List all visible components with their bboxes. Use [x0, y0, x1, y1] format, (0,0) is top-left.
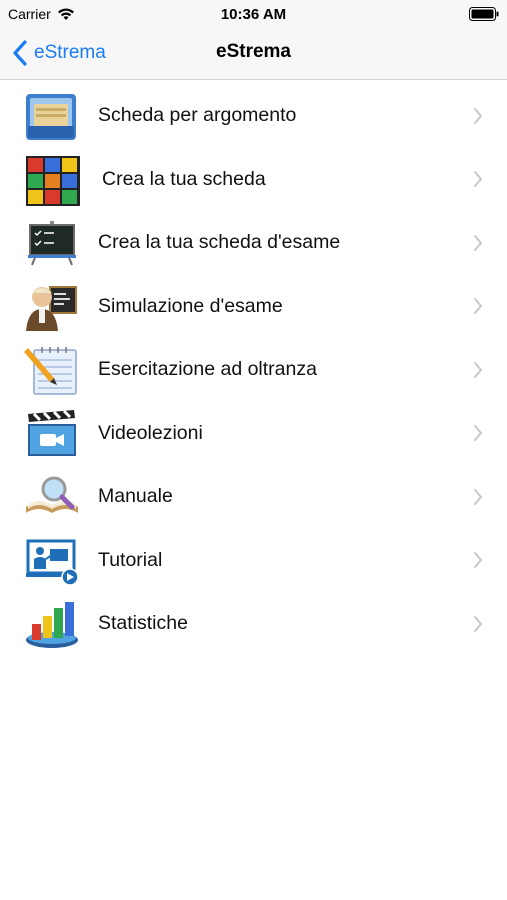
menu-item-videolezioni[interactable]: Videolezioni [0, 402, 507, 466]
quiz-cube-icon [26, 155, 80, 206]
menu-item-simulazione-desame[interactable]: Simulazione d'esame [0, 275, 507, 339]
chevron-right-icon [474, 171, 482, 188]
menu-item-label: Manuale [98, 485, 173, 508]
menu-list: Scheda per argomento Crea la tua scheda [0, 84, 507, 656]
menu-item-label: Statistiche [98, 612, 188, 635]
chevron-right-icon [474, 552, 482, 569]
menu-item-crea-la-tua-scheda[interactable]: Crea la tua scheda [0, 148, 507, 212]
menu-item-label: Esercitazione ad oltranza [98, 358, 317, 381]
notepad-pencil-icon [24, 347, 77, 395]
presentation-icon [26, 539, 79, 586]
page-title: eStrema [216, 41, 291, 62]
chevron-right-icon [474, 361, 482, 378]
menu-item-scheda-per-argomento[interactable]: Scheda per argomento [0, 84, 507, 148]
chevron-right-icon [474, 615, 482, 632]
menu-item-esercitazione-ad-oltranza[interactable]: Esercitazione ad oltranza [0, 338, 507, 402]
folder-icon [26, 94, 76, 140]
menu-item-label: Tutorial [98, 548, 163, 571]
menu-item-tutorial[interactable]: Tutorial [0, 529, 507, 593]
menu-item-label: Scheda per argomento [98, 104, 297, 127]
chart-icon [26, 602, 78, 648]
chevron-right-icon [474, 425, 482, 442]
chevron-right-icon [474, 234, 482, 251]
status-bar: Carrier 10:36 AM [0, 0, 507, 28]
navigation-bar: eStrema eStrema [0, 28, 507, 80]
battery-icon [469, 7, 499, 21]
menu-item-label: Crea la tua scheda [102, 167, 266, 190]
professor-icon [26, 285, 77, 331]
menu-item-manuale[interactable]: Manuale [0, 465, 507, 529]
chevron-right-icon [474, 107, 482, 124]
chevron-right-icon [474, 298, 482, 315]
clapperboard-icon [28, 409, 76, 456]
clock: 10:36 AM [220, 6, 287, 23]
blackboard-icon [28, 221, 76, 266]
menu-item-crea-la-tua-scheda-desame[interactable]: Crea la tua scheda d'esame [0, 211, 507, 275]
menu-item-label: Videolezioni [98, 421, 203, 444]
menu-item-statistiche[interactable]: Statistiche [0, 592, 507, 656]
menu-item-label: Simulazione d'esame [98, 294, 283, 317]
chevron-right-icon [474, 488, 482, 505]
menu-item-label: Crea la tua scheda d'esame [98, 231, 341, 254]
book-magnifier-icon [26, 476, 78, 513]
